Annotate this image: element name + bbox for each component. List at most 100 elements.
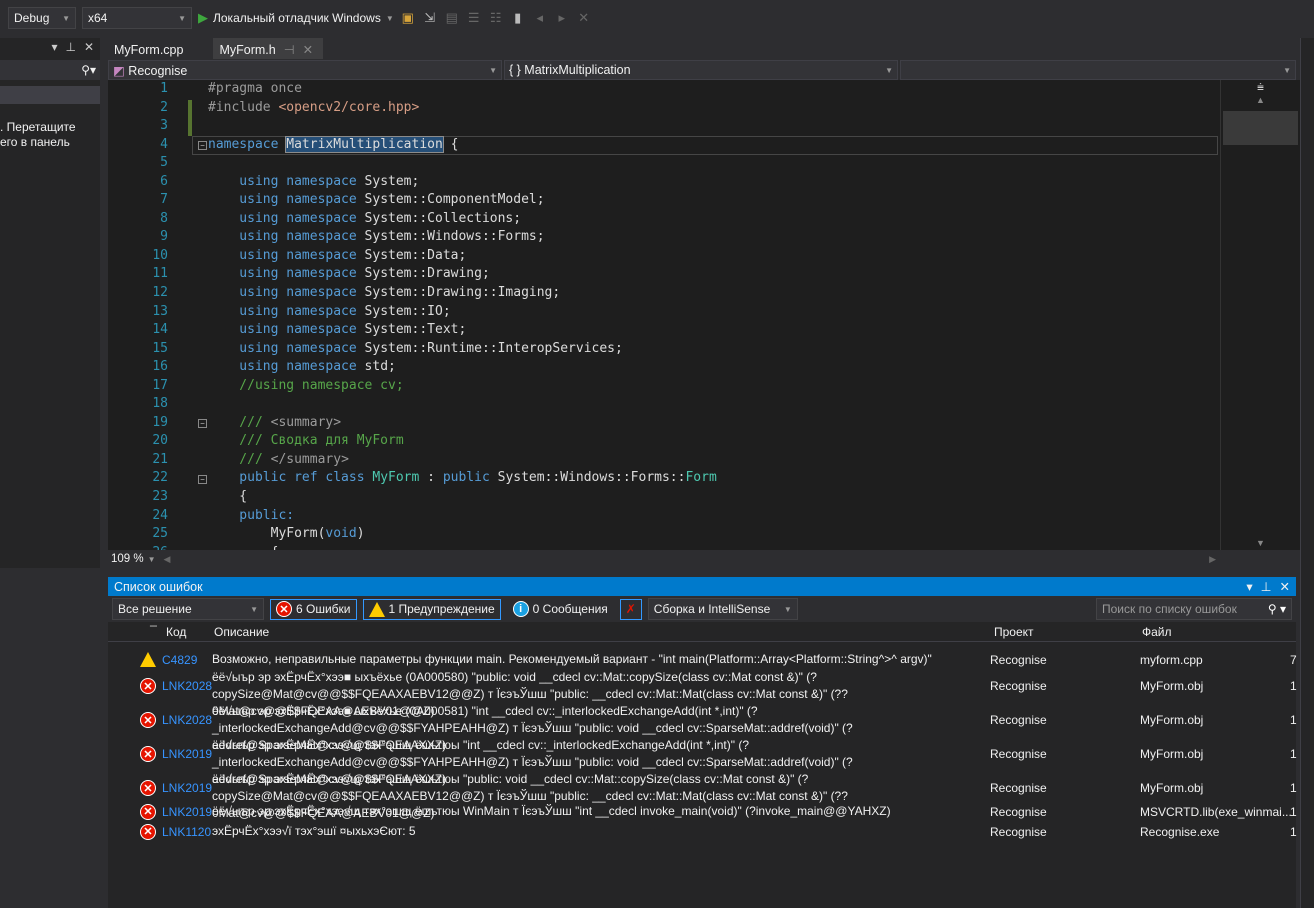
chevron-down-icon[interactable]: ▼ (148, 555, 156, 564)
collapse-icon[interactable]: − (198, 475, 207, 484)
sort-icon[interactable]: ▔ (150, 626, 157, 637)
code-line[interactable] (208, 154, 717, 173)
code-line[interactable] (208, 117, 717, 136)
code-line[interactable]: #include <opencv2/core.hpp> (208, 99, 717, 118)
next-bookmark-icon[interactable]: ▸ (554, 10, 570, 26)
code-line[interactable]: #pragma once (208, 80, 717, 99)
error-row[interactable]: ✕ LNK2028 ёё√ыър эр эхЁрчЁх°хээ■ ыхъёхье… (108, 669, 1297, 718)
scroll-right-icon[interactable]: ▶ (1209, 554, 1216, 565)
tab-myform-h[interactable]: MyForm.h ⊣ ✕ (213, 38, 324, 59)
error-code-link[interactable]: C4829 (162, 653, 197, 667)
code-token: ) (356, 526, 365, 542)
panel-search[interactable]: ⚲▾ (0, 60, 100, 80)
configuration-select[interactable]: Debug ▼ (8, 7, 76, 29)
collapse-icon[interactable]: − (198, 419, 207, 428)
error-row[interactable]: ✕ LNK2019 ёё√ыър эр эхЁрчЁх°хээ√щ тэх°эш… (108, 771, 1297, 820)
error-description: эхЁрчЁх°хээ√ї тэх°эшї ¤ыхьхэЄют: 5 (212, 824, 416, 838)
code-line[interactable]: using namespace System::Data; (208, 247, 717, 266)
code-line[interactable]: { (208, 488, 717, 507)
code-line[interactable]: using namespace System::Collections; (208, 210, 717, 229)
minimap-scrollbar[interactable]: ⩧ ▲ ▼ (1220, 80, 1300, 550)
project-name: Recognise (128, 63, 188, 78)
split-icon[interactable]: ⩧ (1221, 80, 1300, 95)
column-code[interactable]: Код (166, 625, 186, 639)
search-icon[interactable]: ⚲ ▾ (1268, 602, 1286, 616)
code-line[interactable]: public ref class MyForm : public System:… (208, 469, 716, 488)
close-icon[interactable]: ✕ (84, 40, 94, 54)
minimap-viewport[interactable] (1223, 111, 1298, 145)
scope-select[interactable]: Все решение ▼ (112, 598, 264, 620)
clear-filter-button[interactable]: ✗ (619, 598, 642, 620)
error-icon: ✕ (140, 746, 156, 762)
pin-icon[interactable]: ⊥ (1261, 579, 1272, 594)
scope-dropdown[interactable]: { } MatrixMultiplication ▼ (504, 60, 898, 80)
code-line[interactable]: using namespace std; (208, 358, 717, 377)
indent-icon[interactable]: ☰ (466, 10, 482, 26)
start-debugging-button[interactable]: ▶ Локальный отладчик Windows ▼ (198, 10, 394, 26)
warnings-filter-button[interactable]: 1 Предупреждение (362, 598, 501, 620)
code-line[interactable]: using namespace System::Runtime::Interop… (208, 340, 717, 359)
error-code-link[interactable]: LNK2019 (162, 781, 212, 795)
error-row[interactable]: ✕ LNK2019 ёё√ыър эр эхЁрчЁх°хээ√щ тэх°эш… (108, 737, 1297, 786)
code-text[interactable]: #pragma once #include <opencv2/core.hpp> … (208, 80, 717, 550)
bookmark-icon[interactable]: ▮ (510, 10, 526, 26)
line-number: 3 (160, 118, 168, 134)
pin-icon[interactable]: ⊥ (65, 40, 75, 54)
code-line[interactable]: /// </summary> (208, 451, 717, 470)
close-icon[interactable]: ✕ (1280, 579, 1290, 594)
source-select[interactable]: Сборка и IntelliSense ▼ (647, 598, 798, 620)
code-line[interactable]: using namespace System::Windows::Forms; (208, 228, 717, 247)
project-dropdown[interactable]: ◩ Recognise ▼ (108, 60, 502, 80)
code-line[interactable]: namespace MatrixMultiplication { (208, 135, 717, 155)
error-row[interactable]: ✕ LNK2028 ёё√ыър эр эхЁрчЁх°хээ■ ыхъёхье… (108, 703, 1297, 752)
scroll-up-icon[interactable]: ▲ (1221, 95, 1300, 105)
messages-filter-button[interactable]: i0 Сообщения (507, 599, 614, 620)
code-line[interactable]: MyForm(void) (208, 525, 717, 544)
window-icon[interactable]: ▤ (444, 10, 460, 26)
error-file: MyForm.obj (1140, 747, 1204, 761)
error-row[interactable]: ✕ LNK2019 ёё√ыър эр эхЁрчЁх°хээ√щ тэх°эш… (108, 803, 1297, 820)
error-code-link[interactable]: LNK2019 (162, 747, 212, 761)
member-dropdown[interactable]: ▼ (900, 60, 1296, 80)
column-description[interactable]: Описание (214, 625, 269, 639)
code-line[interactable]: /// Сводка для MyForm (208, 432, 717, 451)
code-line[interactable]: using namespace System::Drawing; (208, 265, 717, 284)
code-line[interactable]: using namespace System::ComponentModel; (208, 191, 717, 210)
error-file: MyForm.obj (1140, 679, 1204, 693)
prev-bookmark-icon[interactable]: ◂ (532, 10, 548, 26)
error-row[interactable]: ✕ LNK1120 эхЁрчЁх°хээ√ї тэх°эшї ¤ыхьхэЄю… (108, 823, 1297, 840)
code-line[interactable]: public: (208, 507, 717, 526)
platform-select[interactable]: x64 ▼ (82, 7, 192, 29)
code-line[interactable]: using namespace System::Text; (208, 321, 717, 340)
error-code-link[interactable]: LNK1120 (162, 825, 211, 839)
code-line[interactable] (208, 395, 717, 414)
pin-icon[interactable]: ⊣ (284, 42, 295, 57)
code-token: void (325, 526, 357, 542)
code-editor[interactable]: 1 2 3 4 5 6 7 8 9 10 11 12 13 14 15 16 17 18 19 20 21 22 23 24 2… (108, 80, 1220, 550)
column-file[interactable]: Файл (1142, 625, 1172, 639)
error-code-link[interactable]: LNK2028 (162, 713, 212, 727)
dropdown-icon[interactable]: ▾ (51, 40, 57, 54)
code-line[interactable]: using namespace System; (208, 173, 717, 192)
code-line[interactable]: /// <summary> (208, 414, 717, 433)
errors-filter-button[interactable]: ✕ 6 Ошибки (270, 598, 357, 620)
find-in-files-icon[interactable]: ▣ (400, 10, 416, 26)
collapse-icon[interactable]: − (198, 141, 207, 150)
comment-icon[interactable]: ☷ (488, 10, 504, 26)
dropdown-icon[interactable]: ▾ (1246, 579, 1252, 594)
error-row[interactable]: C4829 Возможно, неправильные параметры ф… (108, 651, 1297, 668)
error-code-link[interactable]: LNK2019 (162, 805, 212, 819)
error-search-input[interactable]: Поиск по списку ошибок ⚲ ▾ (1096, 598, 1292, 620)
code-line[interactable]: using namespace System::IO; (208, 303, 717, 322)
close-icon[interactable]: ✕ (303, 42, 313, 57)
error-code-link[interactable]: LNK2028 (162, 679, 212, 693)
code-line[interactable]: using namespace System::Drawing::Imaging… (208, 284, 717, 303)
scroll-left-icon[interactable]: ◀ (164, 554, 171, 565)
step-icon[interactable]: ⇲ (422, 10, 438, 26)
zoom-level[interactable]: 109 % (111, 553, 144, 565)
column-project[interactable]: Проект (994, 625, 1034, 639)
code-line[interactable]: //using namespace cv; (208, 377, 717, 396)
tab-myform-cpp[interactable]: MyForm.cpp (108, 38, 193, 59)
clear-bookmarks-icon[interactable]: ✕ (576, 10, 592, 26)
scroll-down-icon[interactable]: ▼ (1221, 538, 1300, 548)
